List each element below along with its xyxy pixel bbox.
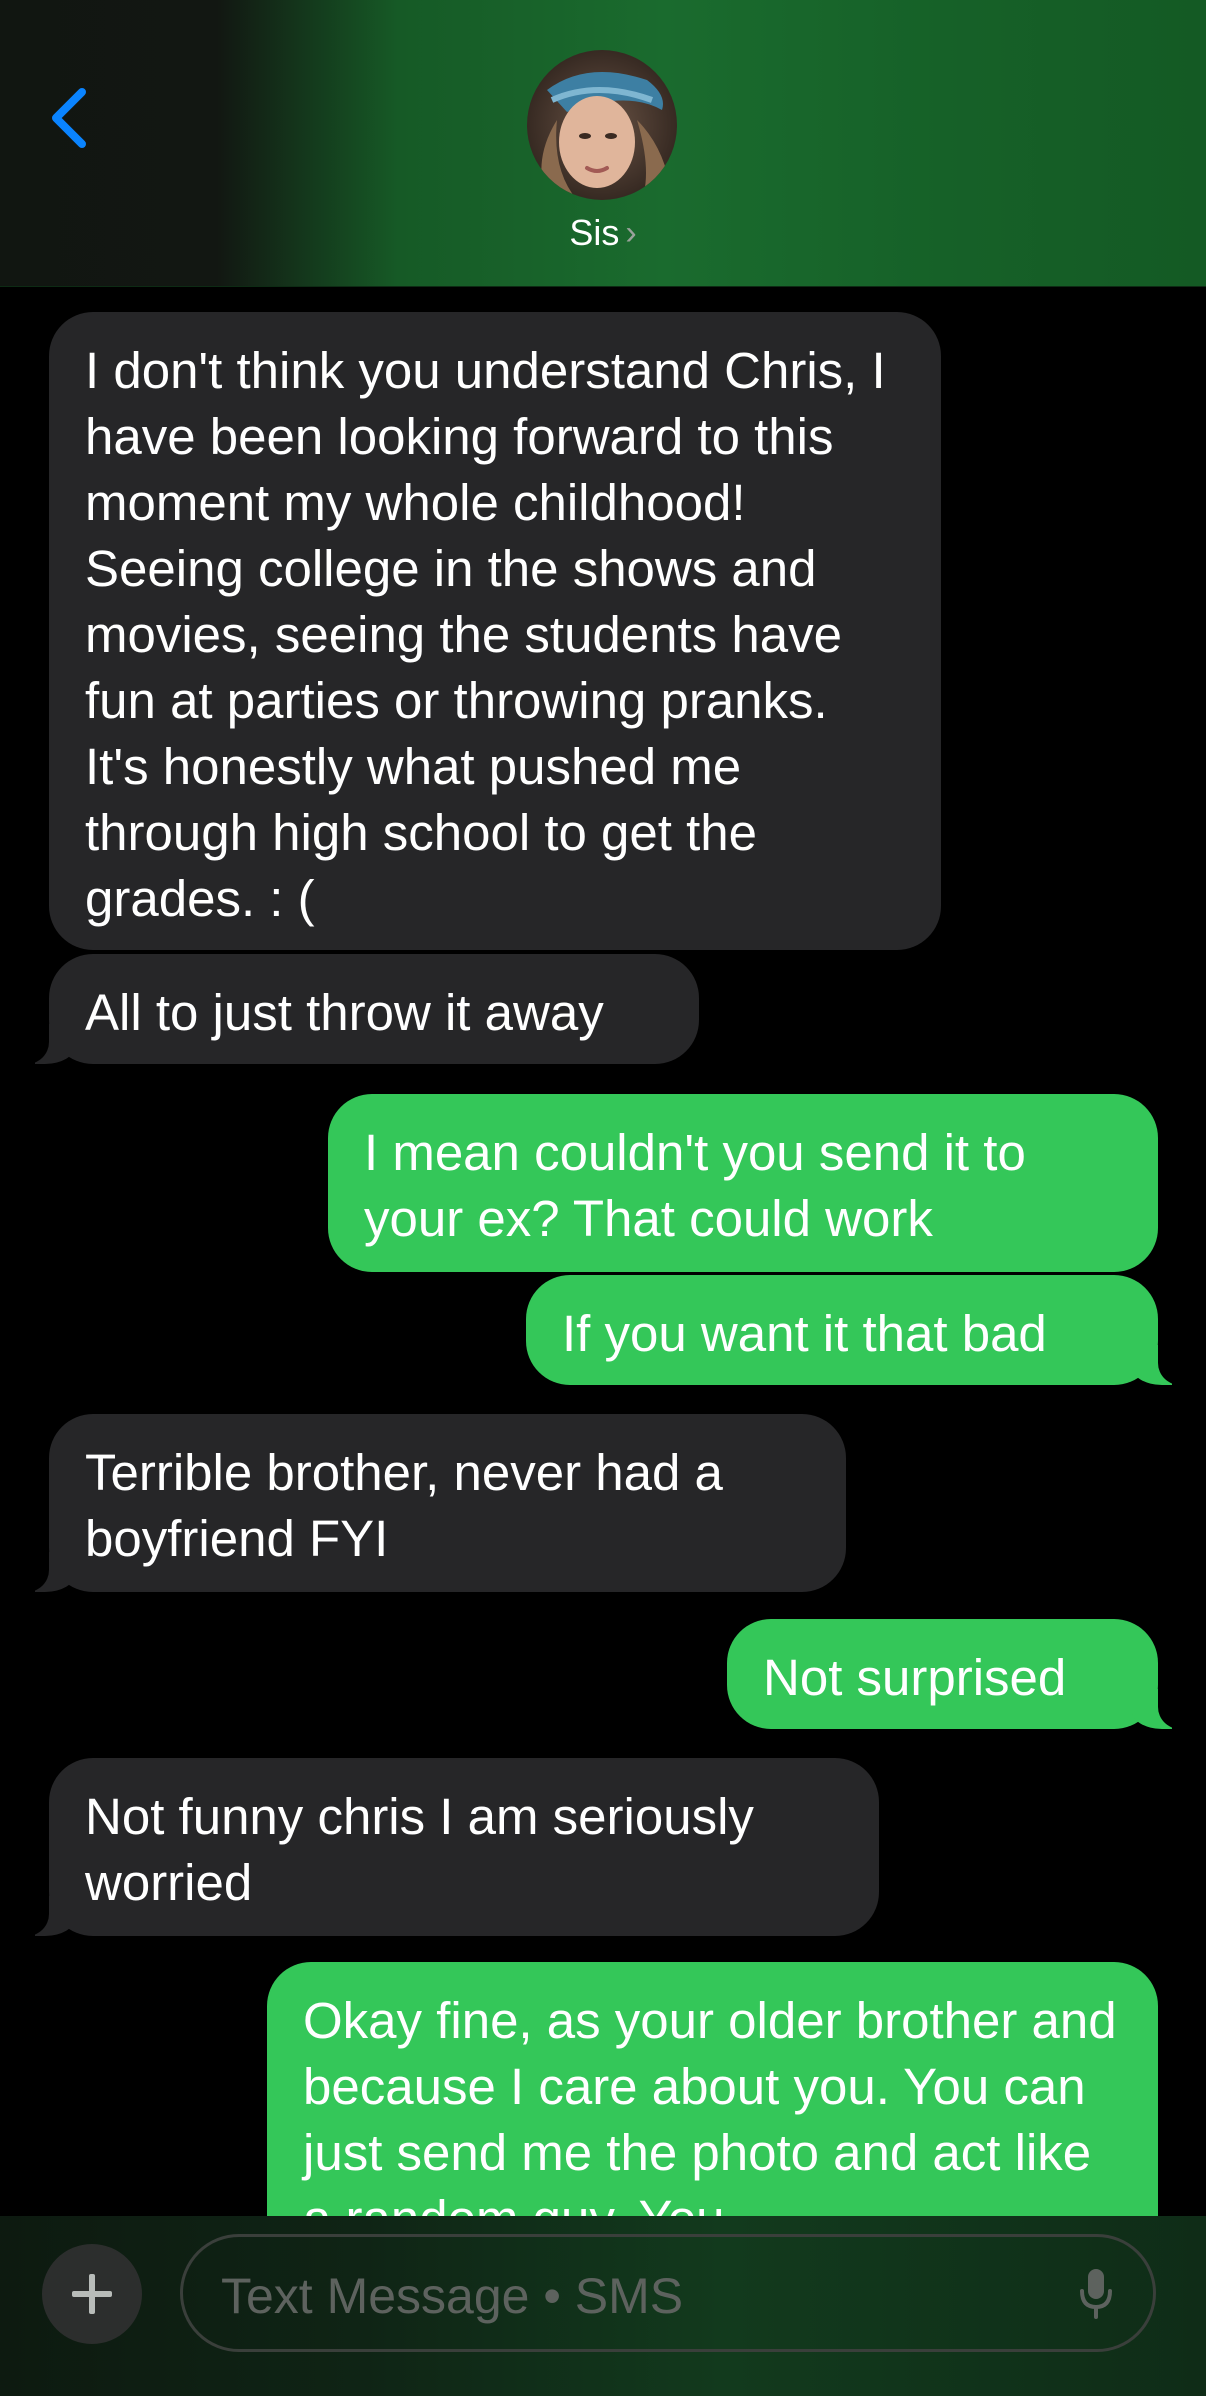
message-input-placeholder: Text Message • SMS bbox=[221, 2268, 684, 2324]
contact-avatar[interactable] bbox=[527, 50, 677, 200]
outgoing-message-bubble[interactable]: I mean couldn't you send it to your ex? … bbox=[328, 1094, 1158, 1272]
outgoing-message-bubble[interactable]: Okay fine, as your older brother and bec… bbox=[267, 1962, 1158, 2216]
avatar-photo bbox=[527, 50, 677, 200]
message-list[interactable]: I don't think you understand Chris, I ha… bbox=[0, 286, 1206, 2216]
conversation-header: Sis › bbox=[0, 0, 1206, 287]
microphone-icon[interactable] bbox=[1079, 2267, 1113, 2321]
contact-name-button[interactable]: Sis › bbox=[0, 212, 1206, 254]
message-input[interactable]: Text Message • SMS bbox=[180, 2234, 1156, 2352]
back-button[interactable] bbox=[40, 78, 100, 158]
incoming-message-bubble[interactable]: I don't think you understand Chris, I ha… bbox=[49, 312, 941, 950]
compose-bar: Text Message • SMS bbox=[0, 2216, 1206, 2396]
incoming-message-bubble[interactable]: All to just throw it away bbox=[9, 954, 699, 1064]
contact-name: Sis bbox=[569, 212, 620, 253]
outgoing-message-bubble[interactable]: If you want it that bad bbox=[526, 1275, 1198, 1385]
chevron-left-icon bbox=[52, 88, 86, 148]
chevron-right-icon: › bbox=[625, 214, 637, 252]
incoming-message-bubble[interactable]: Not funny chris I am seriously worried bbox=[9, 1758, 879, 1936]
plus-icon[interactable] bbox=[42, 2244, 142, 2344]
outgoing-message-bubble[interactable]: Not surprised bbox=[727, 1619, 1198, 1729]
incoming-message-bubble[interactable]: Terrible brother, never had a boyfriend … bbox=[9, 1414, 846, 1592]
